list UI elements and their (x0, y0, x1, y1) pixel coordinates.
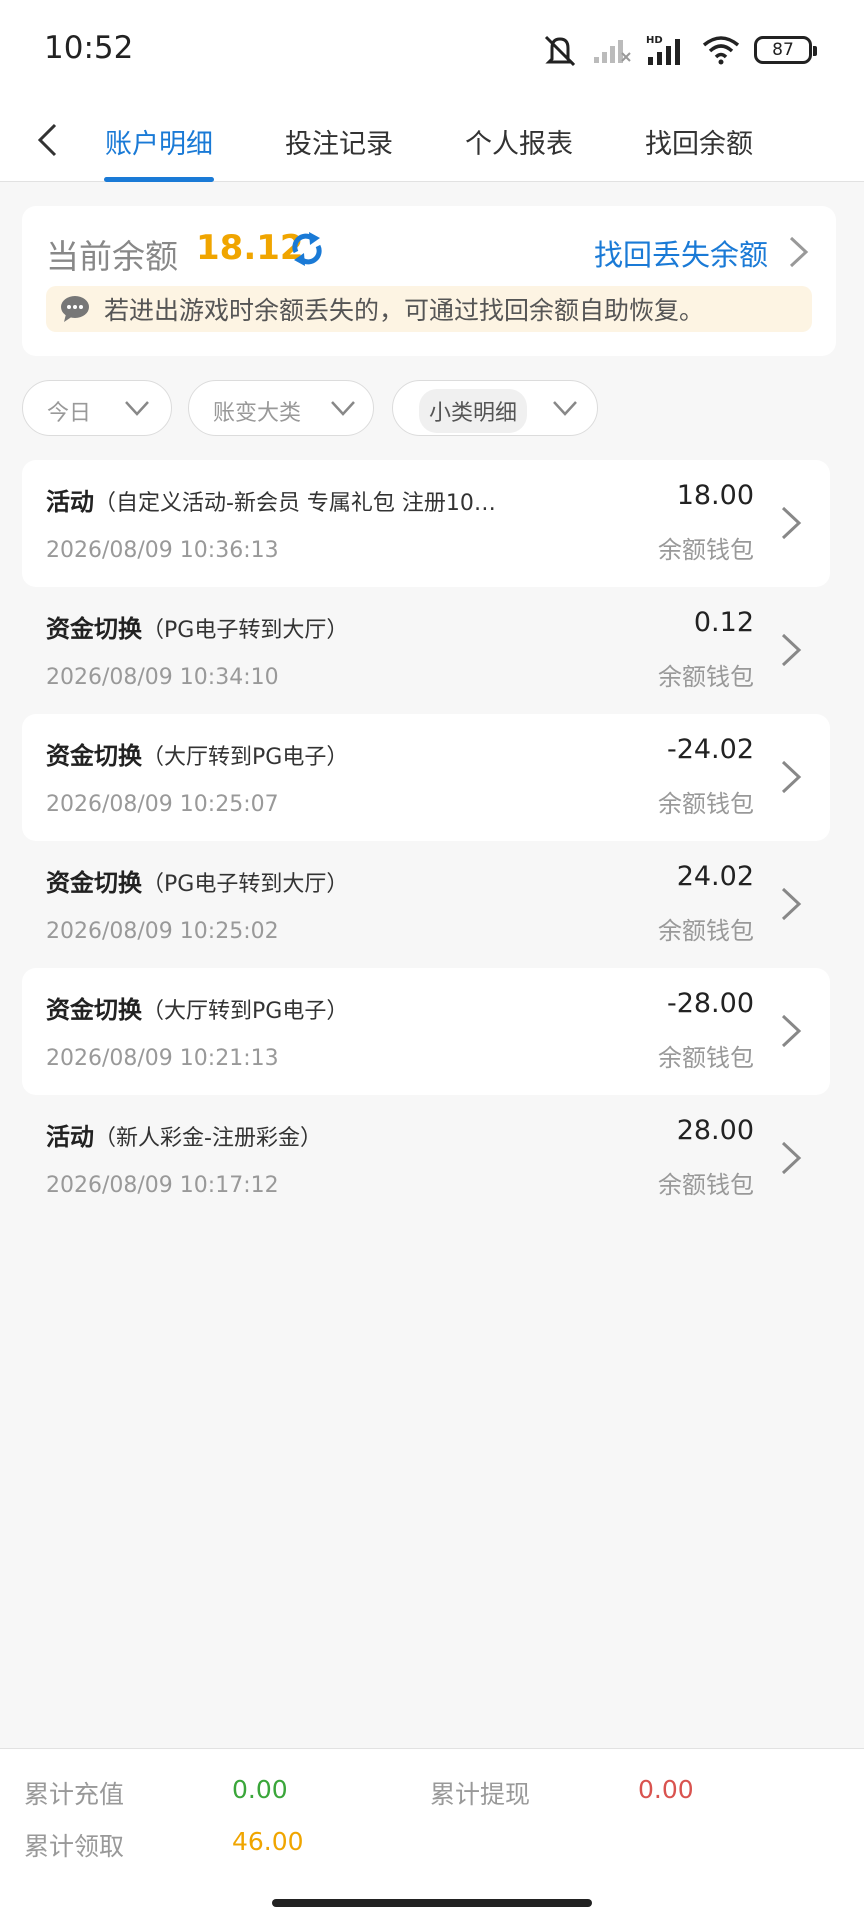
record-type: 资金切换 (46, 742, 142, 770)
tip-text: 若进出游戏时余额丢失的，可通过找回余额自助恢复。 (104, 296, 705, 325)
total-withdraw-value: 0.00 (638, 1775, 694, 1804)
filter-category-label: 账变大类 (213, 401, 302, 426)
chevron-down-icon (331, 401, 355, 416)
chevron-down-icon (553, 401, 577, 416)
chevron-right-icon (781, 760, 802, 794)
summary-bar: 累计充值 0.00 累计提现 0.00 累计领取 46.00 (0, 1748, 864, 1920)
home-indicator[interactable] (272, 1899, 592, 1907)
mute-icon (544, 35, 576, 67)
record-time: 2026/08/09 10:25:07 (46, 792, 279, 817)
record-time: 2026/08/09 10:25:02 (46, 919, 279, 944)
svg-text:HD: HD (646, 35, 663, 46)
record-detail: （PG电子转到大厅） (142, 618, 349, 643)
tab-bar: 账户明细 投注记录 个人报表 找回余额 (0, 100, 864, 182)
record-title: 资金切换（PG电子转到大厅） (46, 863, 348, 898)
record-time: 2026/08/09 10:17:12 (46, 1173, 279, 1198)
recover-lost-balance-link[interactable]: 找回丢失余额 (594, 232, 768, 274)
record-row[interactable]: 活动（新人彩金-注册彩金） 2026/08/09 10:17:12 28.00 … (22, 1095, 830, 1222)
chevron-down-icon (125, 401, 149, 416)
filter-category[interactable]: 账变大类 (188, 380, 374, 436)
battery-level: 87 (772, 40, 794, 60)
filter-date-label: 今日 (47, 401, 92, 426)
record-row[interactable]: 资金切换（大厅转到PG电子） 2026/08/09 10:25:07 -24.0… (22, 714, 830, 841)
back-button[interactable] (22, 112, 72, 168)
chevron-right-icon (781, 506, 802, 540)
record-type: 资金切换 (46, 869, 142, 897)
record-amount: -28.00 (666, 988, 754, 1019)
record-amount: 0.12 (693, 607, 754, 638)
total-withdraw-label: 累计提现 (430, 1780, 531, 1809)
record-detail: （大厅转到PG电子） (142, 999, 349, 1024)
record-wallet: 余额钱包 (658, 663, 754, 691)
total-claim-label: 累计领取 (24, 1832, 125, 1861)
balance-label: 当前余额 (46, 237, 178, 276)
record-row[interactable]: 资金切换（PG电子转到大厅） 2026/08/09 10:25:02 24.02… (22, 841, 830, 968)
chat-bubble-icon (61, 296, 89, 322)
wifi-icon (702, 36, 740, 65)
record-amount: 18.00 (676, 480, 754, 511)
record-wallet: 余额钱包 (658, 790, 754, 818)
tab-bet-records[interactable]: 投注记录 (284, 100, 394, 182)
tab-recover-balance[interactable]: 找回余额 (644, 100, 754, 182)
record-type: 资金切换 (46, 615, 142, 643)
record-time: 2026/08/09 10:34:10 (46, 665, 279, 690)
record-type: 活动 (46, 1123, 94, 1151)
chevron-right-icon (781, 633, 802, 667)
record-type: 活动 (46, 488, 94, 516)
record-time: 2026/08/09 10:36:13 (46, 538, 279, 563)
status-time: 10:52 (44, 30, 134, 66)
signal-off-icon (594, 40, 631, 63)
balance-card: 当前余额 18.12 找回丢失余额 若进出游戏时余额丢失的，可通过找回余额自助恢… (22, 206, 836, 356)
signal-hd-icon: HD (646, 35, 680, 65)
total-recharge-value: 0.00 (232, 1775, 288, 1804)
record-detail: （新人彩金-注册彩金） (94, 1126, 322, 1151)
record-amount: 24.02 (676, 861, 754, 892)
record-title: 活动（自定义活动-新会员 专属礼包 注册10… (46, 482, 496, 517)
record-detail: （大厅转到PG电子） (142, 745, 349, 770)
tab-personal-report[interactable]: 个人报表 (464, 100, 574, 182)
record-list: 活动（自定义活动-新会员 专属礼包 注册10… 2026/08/09 10:36… (22, 460, 830, 1222)
status-bar: 10:52 HD 87 (0, 0, 864, 100)
record-type: 资金切换 (46, 996, 142, 1024)
record-row[interactable]: 活动（自定义活动-新会员 专属礼包 注册10… 2026/08/09 10:36… (22, 460, 830, 587)
record-detail: （PG电子转到大厅） (142, 872, 349, 897)
app-screen: 10:52 HD 87 账户明细 投注记录 个人报表 找回余额 当前余额 18.… (0, 0, 864, 1920)
record-row[interactable]: 资金切换（PG电子转到大厅） 2026/08/09 10:34:10 0.12 … (22, 587, 830, 714)
battery-icon: 87 (754, 36, 817, 64)
chevron-left-icon (37, 123, 57, 157)
record-title: 活动（新人彩金-注册彩金） (46, 1117, 322, 1152)
chevron-right-icon (781, 1014, 802, 1048)
chevron-right-icon (781, 1141, 802, 1175)
filter-date[interactable]: 今日 (22, 380, 172, 436)
record-amount: 28.00 (676, 1115, 754, 1146)
filter-subcategory-label: 小类明细 (419, 389, 528, 433)
total-claim-value: 46.00 (232, 1827, 304, 1856)
record-row[interactable]: 资金切换（大厅转到PG电子） 2026/08/09 10:21:13 -28.0… (22, 968, 830, 1095)
record-detail: （自定义活动-新会员 专属礼包 注册10… (94, 491, 496, 516)
record-title: 资金切换（PG电子转到大厅） (46, 609, 348, 644)
record-wallet: 余额钱包 (658, 917, 754, 945)
record-title: 资金切换（大厅转到PG电子） (46, 736, 348, 771)
record-time: 2026/08/09 10:21:13 (46, 1046, 279, 1071)
chevron-right-icon (781, 887, 802, 921)
record-title: 资金切换（大厅转到PG电子） (46, 990, 348, 1025)
chevron-right-icon[interactable] (786, 234, 812, 270)
refresh-icon[interactable] (288, 230, 326, 268)
tab-account-details[interactable]: 账户明细 (104, 100, 214, 182)
total-recharge-label: 累计充值 (24, 1780, 125, 1809)
record-wallet: 余额钱包 (658, 536, 754, 564)
record-wallet: 余额钱包 (658, 1044, 754, 1072)
record-wallet: 余额钱包 (658, 1171, 754, 1199)
tip-banner: 若进出游戏时余额丢失的，可通过找回余额自助恢复。 (46, 286, 812, 332)
filter-subcategory[interactable]: 小类明细 (392, 380, 598, 436)
record-amount: -24.02 (666, 734, 754, 765)
status-icons: HD 87 (542, 30, 817, 70)
